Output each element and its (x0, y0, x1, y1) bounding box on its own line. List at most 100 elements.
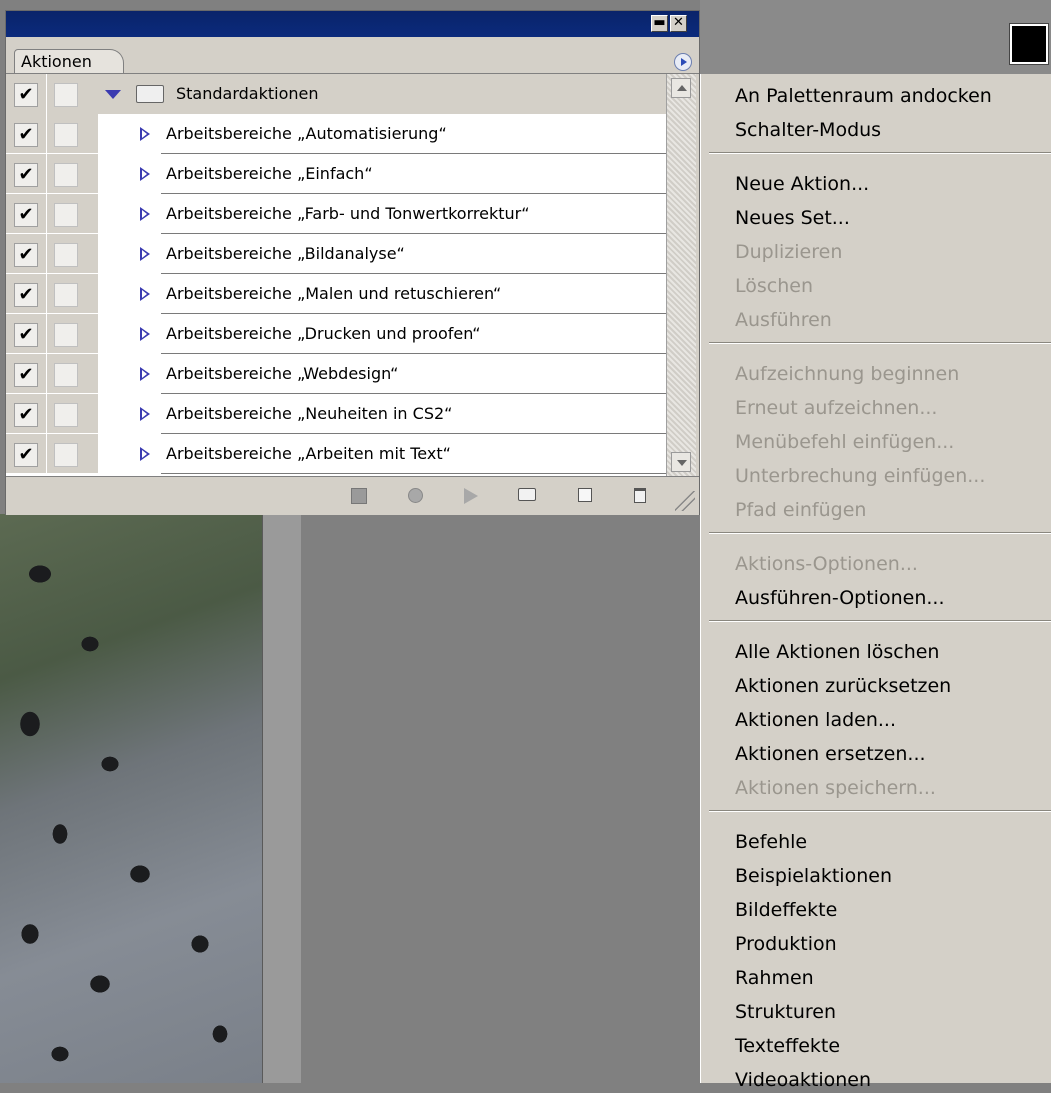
toggle-item-checkbox[interactable]: ✔ (14, 243, 38, 267)
palette-bottom-bar (6, 476, 699, 515)
action-row[interactable]: ✔ Arbeitsbereiche „Automatisierung“ (6, 114, 666, 154)
action-name: Arbeitsbereiche „Drucken und proofen“ (166, 324, 481, 343)
expand-triangle-icon[interactable] (140, 287, 150, 301)
expand-triangle-icon[interactable] (140, 447, 150, 461)
menu-item[interactable]: Strukturen (735, 999, 836, 1025)
menu-item[interactable]: Ausführen-Optionen... (735, 585, 944, 611)
folder-icon (136, 85, 164, 103)
workspace-background (700, 0, 1051, 80)
action-row[interactable]: ✔ Arbeitsbereiche „Malen und retuschieren… (6, 274, 666, 314)
record-icon[interactable] (408, 488, 423, 503)
vertical-scrollbar[interactable] (666, 74, 696, 476)
menu-item[interactable]: An Palettenraum andocken (735, 83, 992, 109)
menu-item[interactable]: Produktion (735, 931, 837, 957)
action-row[interactable]: ✔ Arbeitsbereiche „Arbeiten mit Text“ (6, 434, 666, 474)
action-row[interactable]: ✔ Arbeitsbereiche „Webdesign“ (6, 354, 666, 394)
toggle-item-checkbox[interactable]: ✔ (14, 363, 38, 387)
palette-title-bar[interactable]: ▬ ✕ (6, 11, 699, 37)
new-action-icon[interactable] (578, 488, 592, 502)
set-name: Standardaktionen (176, 84, 319, 103)
menu-item: Pfad einfügen (735, 499, 867, 521)
toggle-item-checkbox[interactable]: ✔ (14, 283, 38, 307)
menu-item: Erneut aufzeichnen... (735, 397, 938, 419)
toggle-item-checkbox[interactable]: ✔ (14, 163, 38, 187)
menu-item[interactable]: Aktionen laden... (735, 707, 896, 733)
menu-item: Menübefehl einfügen... (735, 431, 955, 453)
toggle-dialog-checkbox[interactable] (54, 443, 78, 467)
actions-list: ✔ Standardaktionen ✔ Arbeitsbereiche „Aut… (6, 74, 666, 476)
actions-palette: ▬ ✕ Aktionen ✔ Standardaktionen ✔ Arbeits… (5, 10, 700, 515)
action-row[interactable]: ✔ Arbeitsbereiche „Neuheiten in CS2“ (6, 394, 666, 434)
toggle-item-checkbox[interactable]: ✔ (14, 203, 38, 227)
action-name: Arbeitsbereiche „Farb- und Tonwertkorrek… (166, 204, 530, 223)
close-button[interactable]: ✕ (670, 15, 687, 32)
menu-item[interactable]: Rahmen (735, 965, 814, 991)
scroll-down-button[interactable] (671, 452, 691, 472)
menu-separator (709, 342, 1051, 344)
menu-item[interactable]: Aktionen ersetzen... (735, 741, 926, 767)
menu-item[interactable]: Schalter-Modus (735, 117, 881, 143)
stop-icon[interactable] (351, 488, 367, 504)
menu-item[interactable]: Alle Aktionen löschen (735, 639, 939, 665)
new-set-folder-icon[interactable] (518, 488, 536, 501)
toggle-dialog-checkbox[interactable] (54, 363, 78, 387)
toggle-dialog-checkbox[interactable] (54, 203, 78, 227)
expand-triangle-icon[interactable] (140, 247, 150, 261)
menu-item[interactable]: Bildeffekte (735, 897, 837, 923)
toggle-item-checkbox[interactable]: ✔ (14, 403, 38, 427)
menu-item[interactable]: Texteffekte (735, 1033, 840, 1059)
menu-item[interactable]: Aktionen zurücksetzen (735, 673, 951, 699)
foreground-color-swatch[interactable] (1009, 23, 1049, 65)
expand-triangle-icon[interactable] (140, 207, 150, 221)
menu-item: Duplizieren (735, 241, 843, 263)
palette-flyout-menu: An Palettenraum andocken Schalter-Modus Ne… (700, 74, 1051, 1091)
menu-separator (709, 532, 1051, 534)
menu-item[interactable]: Videoaktionen (735, 1067, 871, 1093)
menu-separator (709, 620, 1051, 622)
scroll-up-button[interactable] (671, 78, 691, 98)
menu-item[interactable]: Befehle (735, 829, 807, 855)
action-name: Arbeitsbereiche „Bildanalyse“ (166, 244, 405, 263)
expand-triangle-icon[interactable] (140, 407, 150, 421)
play-icon[interactable] (464, 488, 478, 504)
toggle-dialog-checkbox[interactable] (54, 283, 78, 307)
toggle-dialog-checkbox[interactable] (54, 243, 78, 267)
menu-item: Aufzeichnung beginnen (735, 363, 960, 385)
menu-item: Löschen (735, 275, 813, 297)
expand-triangle-icon[interactable] (140, 367, 150, 381)
menu-item: Unterbrechung einfügen... (735, 465, 986, 487)
tab-aktionen[interactable]: Aktionen (14, 49, 124, 73)
toggle-dialog-checkbox[interactable] (54, 323, 78, 347)
toggle-dialog-checkbox[interactable] (54, 403, 78, 427)
toggle-item-checkbox[interactable]: ✔ (14, 323, 38, 347)
palette-menu-button[interactable] (674, 53, 692, 71)
resize-grip-icon[interactable] (675, 491, 695, 511)
minimize-button[interactable]: ▬ (651, 15, 668, 32)
action-row[interactable]: ✔ Arbeitsbereiche „Farb- und Tonwertkorre… (6, 194, 666, 234)
toggle-dialog-checkbox[interactable] (54, 163, 78, 187)
expand-triangle-icon[interactable] (140, 167, 150, 181)
menu-item[interactable]: Neue Aktion... (735, 171, 869, 197)
minimize-icon: ▬ (653, 15, 666, 30)
collapse-triangle-icon[interactable] (105, 90, 121, 99)
expand-triangle-icon[interactable] (140, 327, 150, 341)
menu-item[interactable]: Neues Set... (735, 205, 850, 231)
toggle-item-checkbox[interactable]: ✔ (14, 443, 38, 467)
action-set-row[interactable]: ✔ Standardaktionen (6, 74, 666, 114)
toggle-item-checkbox[interactable]: ✔ (14, 83, 38, 107)
action-row[interactable]: ✔ Arbeitsbereiche „Einfach“ (6, 154, 666, 194)
menu-item: Aktions-Optionen... (735, 553, 918, 575)
action-row[interactable]: ✔ Arbeitsbereiche „Drucken und proofen“ (6, 314, 666, 354)
action-name: Arbeitsbereiche „Arbeiten mit Text“ (166, 444, 451, 463)
action-name: Arbeitsbereiche „Malen und retuschieren“ (166, 284, 502, 303)
toggle-dialog-checkbox[interactable] (54, 123, 78, 147)
menu-item[interactable]: Beispielaktionen (735, 863, 892, 889)
toggle-dialog-checkbox[interactable] (54, 83, 78, 107)
trash-icon[interactable] (634, 488, 646, 503)
expand-triangle-icon[interactable] (140, 127, 150, 141)
action-row[interactable]: ✔ Arbeitsbereiche „Bildanalyse“ (6, 234, 666, 274)
menu-item: Ausführen (735, 309, 832, 331)
action-name: Arbeitsbereiche „Einfach“ (166, 164, 373, 183)
document-image-leopard (0, 514, 262, 1083)
toggle-item-checkbox[interactable]: ✔ (14, 123, 38, 147)
